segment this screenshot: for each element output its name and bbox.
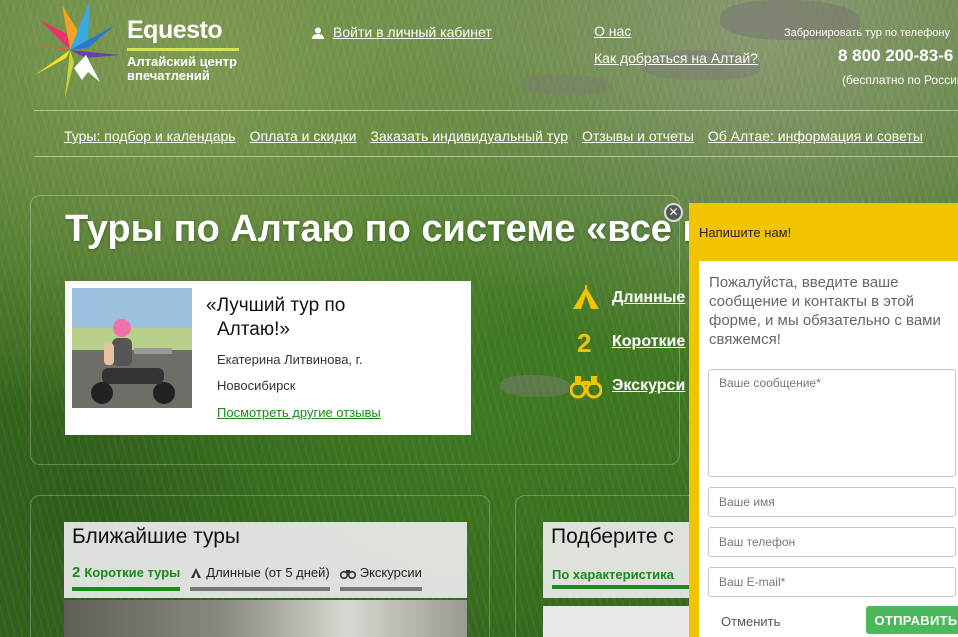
user-icon bbox=[312, 27, 324, 39]
logo-wordmark: Equesto bbox=[127, 16, 223, 44]
review-card: «Лучший тур по Алтаю!» Екатерина Литвино… bbox=[65, 281, 471, 435]
logo-underline bbox=[127, 48, 239, 51]
phone-caption: Забронировать тур по телефону bbox=[784, 27, 950, 39]
binoculars-icon bbox=[570, 372, 602, 400]
email-input[interactable] bbox=[708, 567, 956, 597]
nearest-tours-title: Ближайшие туры bbox=[72, 525, 240, 548]
contact-form-intro: Пожалуйста, введите ваше сообщение и кон… bbox=[709, 274, 941, 348]
reviewer-photo bbox=[72, 288, 192, 408]
background-rock bbox=[520, 75, 610, 95]
nav-item-custom-tour[interactable]: Заказать индивидуальный тур bbox=[370, 128, 568, 144]
reviewer-photo-illustration bbox=[72, 288, 192, 408]
phone-input[interactable] bbox=[708, 527, 956, 557]
review-quote-line: «Лучший тур по bbox=[206, 295, 346, 316]
cancel-button[interactable]: Отменить bbox=[721, 614, 780, 629]
nav-item-about-altai[interactable]: Об Алтае: информация и советы bbox=[708, 128, 923, 144]
tour-type-excursions[interactable]: Экскурси bbox=[570, 372, 685, 400]
contact-widget: Напишите нам! Пожалуйста, введите ваше с… bbox=[689, 203, 958, 637]
nearest-tours-panel: Ближайшие туры 2 Короткие туры Длинные (… bbox=[64, 522, 467, 598]
directions-link[interactable]: Как добраться на Алтай? bbox=[594, 50, 758, 66]
tent-icon bbox=[191, 567, 202, 578]
tab-label: Длинные (от 5 дней) bbox=[206, 565, 330, 580]
tab-excursions[interactable]: Экскурсии bbox=[339, 564, 423, 591]
tab-short-tours[interactable]: 2 Короткие туры bbox=[72, 564, 181, 591]
message-input[interactable] bbox=[708, 369, 956, 477]
main-nav: Туры: подбор и календарь Оплата и скидки… bbox=[64, 128, 923, 144]
tour-type-long[interactable]: Длинные bbox=[570, 284, 685, 312]
tour-picker-title: Подберите с bbox=[551, 525, 674, 548]
binoculars-icon bbox=[339, 569, 356, 579]
review-quote-line: Алтаю!» bbox=[217, 319, 290, 340]
review-author-line: Екатерина Литвинова, г. bbox=[217, 352, 363, 367]
nav-item-tours[interactable]: Туры: подбор и календарь bbox=[64, 128, 236, 144]
close-icon[interactable]: ✕ bbox=[664, 203, 683, 222]
tab-label: Короткие туры bbox=[84, 565, 181, 580]
logo-tagline: Алтайский центр впечатлений bbox=[127, 55, 237, 83]
picker-content bbox=[543, 606, 693, 637]
site-logo[interactable]: Equesto Алтайский центр впечатлений bbox=[30, 0, 245, 100]
svg-text:2: 2 bbox=[577, 328, 591, 356]
contact-widget-header[interactable]: Напишите нам! bbox=[699, 225, 791, 240]
nav-divider bbox=[34, 110, 958, 111]
send-button[interactable]: ОТПРАВИТЬ bbox=[866, 606, 958, 634]
tour-type-label: Короткие bbox=[612, 333, 686, 350]
account-link[interactable]: Войти в личный кабинет bbox=[333, 24, 492, 40]
logo-tagline-line: впечатлений bbox=[127, 68, 210, 83]
tour-type-short[interactable]: 2 Короткие bbox=[570, 328, 685, 356]
about-link[interactable]: О нас bbox=[594, 23, 631, 39]
tent-icon bbox=[570, 284, 602, 312]
number-two-icon: 2 bbox=[570, 328, 602, 356]
logo-star-icon bbox=[30, 0, 120, 98]
name-input[interactable] bbox=[708, 487, 956, 517]
tour-type-label: Экскурси bbox=[612, 377, 686, 394]
phone-free-note: (бесплатно по России) bbox=[842, 73, 958, 87]
more-reviews-link[interactable]: Посмотреть другие отзывы bbox=[217, 405, 381, 420]
tab-label: Экскурсии bbox=[359, 565, 422, 580]
nav-divider bbox=[34, 156, 958, 157]
review-author-line: Новосибирск bbox=[217, 378, 296, 393]
phone-number[interactable]: 8 800 200-83-6 bbox=[838, 46, 953, 66]
tab-by-characteristics[interactable]: По характеристика bbox=[552, 567, 703, 589]
review-quote: «Лучший тур по Алтаю!» bbox=[206, 294, 456, 342]
review-author: Екатерина Литвинова, г. Новосибирск bbox=[217, 347, 457, 399]
tour-type-label: Длинные bbox=[612, 289, 686, 306]
logo-tagline-line: Алтайский центр bbox=[127, 54, 237, 69]
nav-item-payment[interactable]: Оплата и скидки bbox=[250, 128, 357, 144]
tour-picker-panel: Подберите с По характеристика bbox=[543, 522, 703, 598]
number-two-icon: 2 bbox=[72, 564, 81, 581]
contact-form: Пожалуйста, введите ваше сообщение и кон… bbox=[699, 261, 958, 637]
nav-item-reviews[interactable]: Отзывы и отчеты bbox=[582, 128, 694, 144]
tab-long-tours[interactable]: Длинные (от 5 дней) bbox=[190, 564, 331, 591]
tour-photo bbox=[64, 600, 467, 637]
page-title: Туры по Алтаю по системе «все в bbox=[65, 208, 706, 250]
nearest-tours-tabs: 2 Короткие туры Длинные (от 5 дней) Экск… bbox=[72, 564, 423, 591]
